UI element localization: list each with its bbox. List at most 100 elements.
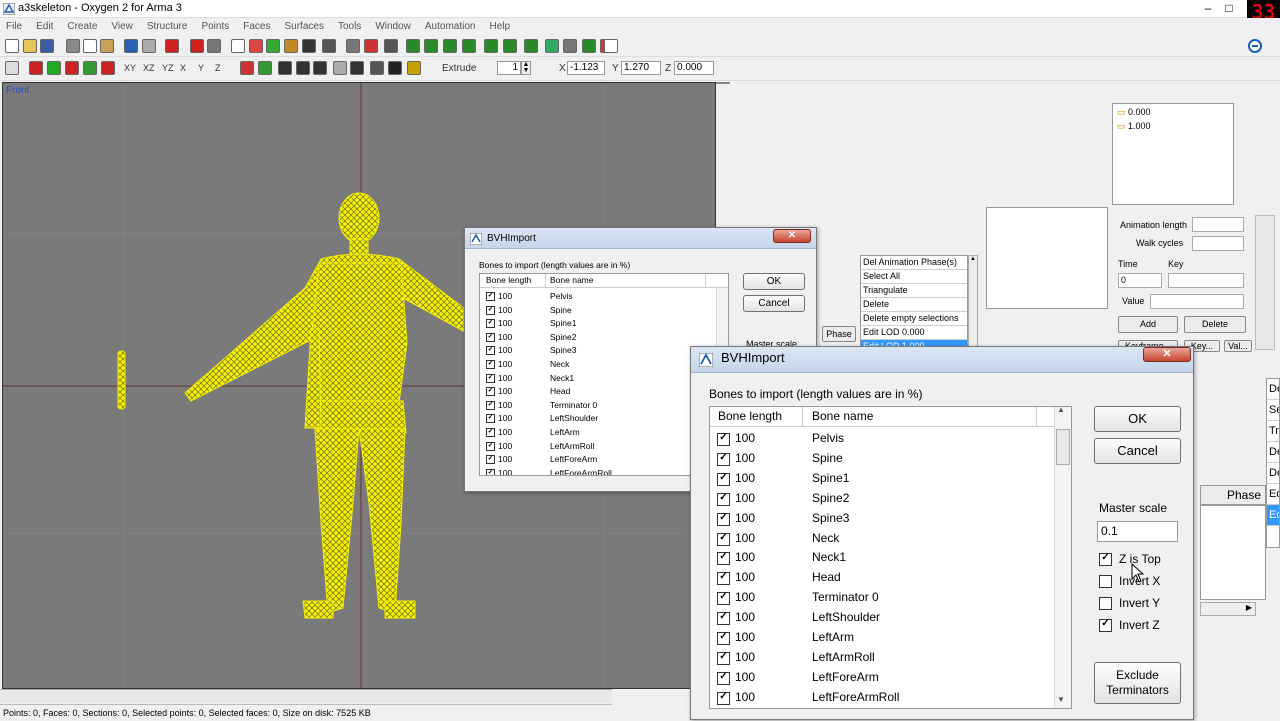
help-icon[interactable] — [1247, 38, 1263, 54]
zoom-icon[interactable] — [231, 39, 245, 53]
ok-button[interactable]: OK — [1094, 406, 1181, 432]
exclude-terminators-button[interactable]: Exclude Terminators — [1094, 662, 1181, 704]
bone-row[interactable]: 100 Pelvis — [710, 429, 1071, 449]
lock-x-icon[interactable] — [240, 61, 254, 75]
bone-row[interactable]: 100 Spine — [710, 449, 1071, 469]
bone-checkbox[interactable] — [717, 551, 730, 566]
bone-checkbox[interactable] — [717, 472, 730, 486]
bone-checkbox[interactable] — [717, 591, 730, 606]
grid-icon[interactable] — [333, 61, 347, 75]
snap-icon[interactable] — [364, 39, 378, 53]
gear-icon[interactable] — [407, 61, 421, 75]
redo-icon[interactable] — [142, 39, 156, 53]
bone-row[interactable]: 100 LeftForeArm — [710, 668, 1071, 688]
val-button[interactable]: Val... — [1224, 340, 1252, 352]
add-button[interactable]: Add — [1118, 316, 1178, 333]
paste-icon[interactable] — [100, 39, 114, 53]
menu-faces[interactable]: Faces — [243, 21, 270, 32]
point-red-icon[interactable] — [29, 61, 43, 75]
col-bone-length[interactable]: Bone length — [710, 407, 803, 426]
menu-edit[interactable]: Edit — [36, 21, 53, 32]
lasso-icon[interactable] — [346, 39, 360, 53]
maximize-button[interactable]: □ — [1217, 1, 1241, 16]
bone-checkbox[interactable] — [486, 305, 495, 315]
bone-row[interactable]: 100 Spine1 — [480, 317, 728, 331]
scroll-up-icon[interactable]: ▲ — [1057, 407, 1065, 414]
bone-row[interactable]: 100 Spine3 — [710, 509, 1071, 529]
sphere-icon[interactable] — [388, 61, 402, 75]
wireframe-small-object[interactable] — [117, 350, 126, 410]
bone-checkbox[interactable] — [717, 631, 730, 645]
menu-file[interactable]: File — [6, 21, 22, 32]
cancel-button[interactable]: Cancel — [1094, 438, 1181, 464]
bone-row[interactable]: 100 Neck — [710, 529, 1071, 549]
scale-icon[interactable] — [302, 39, 316, 53]
menu-window[interactable]: Window — [375, 21, 411, 32]
bone-checkbox[interactable] — [717, 691, 730, 705]
axis-x-button[interactable]: X — [180, 63, 186, 73]
context-list[interactable]: Del Animation Phase(s) Select All Triangul… — [860, 255, 968, 350]
menu-tools[interactable]: Tools — [338, 21, 361, 32]
axis-xz-button[interactable]: XZ — [143, 63, 155, 73]
selection-icon[interactable] — [5, 61, 19, 75]
y-coord-field[interactable]: 1.270 — [621, 61, 661, 75]
vertex-icon[interactable] — [384, 39, 398, 53]
bone-checkbox[interactable] — [486, 413, 495, 424]
context-list-item[interactable]: Delete empty selections — [861, 312, 967, 326]
triangle-icon[interactable] — [563, 39, 577, 53]
bone-row[interactable]: 100 LeftArm — [710, 628, 1071, 648]
edge-icon[interactable] — [406, 39, 420, 53]
bone-checkbox[interactable] — [717, 611, 730, 626]
weight-icon[interactable] — [524, 39, 538, 53]
phase-scrollbar[interactable]: ▶ — [1200, 602, 1256, 616]
anim-length-input[interactable] — [1192, 217, 1244, 232]
bone-checkbox[interactable] — [717, 651, 730, 665]
axis-z-button[interactable]: Z — [215, 63, 221, 73]
bone-checkbox[interactable] — [486, 373, 495, 383]
extrude-value-field[interactable]: 1 — [497, 61, 521, 75]
bone-checkbox[interactable] — [486, 345, 495, 356]
value-input[interactable] — [1150, 294, 1244, 309]
bone-row[interactable]: 100 Spine — [480, 304, 728, 318]
lod-item[interactable]: ▭ 0.000 — [1117, 107, 1151, 118]
phase-panel[interactable] — [1200, 505, 1266, 600]
right-list-item[interactable]: De — [1267, 463, 1279, 484]
point-multi-icon[interactable] — [83, 61, 97, 75]
bone-checkbox[interactable] — [486, 468, 495, 475]
mirror-icon[interactable] — [484, 39, 498, 53]
anim-panel-scrollbar[interactable] — [1255, 215, 1275, 350]
bone-checkbox[interactable] — [717, 532, 730, 546]
uv-icon[interactable] — [604, 39, 618, 53]
menu-view[interactable]: View — [111, 21, 133, 32]
bvh-large-bone-table[interactable]: Bone length Bone name ▲ ▼ 100Pelvis100Sp… — [709, 406, 1072, 709]
bone-row[interactable]: 100 Pelvis — [480, 290, 728, 304]
axis-y-button[interactable]: Y — [198, 63, 204, 73]
new-file-icon[interactable] — [5, 39, 19, 53]
cancel-button[interactable]: Cancel — [743, 295, 805, 312]
bone-checkbox[interactable] — [486, 441, 495, 451]
lod-item[interactable]: ▭ 1.000 — [1117, 121, 1151, 132]
lock-y-icon[interactable] — [258, 61, 272, 75]
axis-yz-button[interactable]: YZ — [162, 63, 174, 73]
bone-row[interactable]: 100 Spine2 — [480, 331, 728, 345]
bone-row[interactable]: 100 Neck1 — [710, 548, 1071, 568]
bone-checkbox[interactable] — [486, 400, 495, 410]
right-list-item[interactable]: De — [1267, 379, 1279, 400]
wireframe-body-mesh[interactable] — [184, 192, 474, 619]
context-list-item[interactable]: Select All — [861, 270, 967, 284]
menu-surfaces[interactable]: Surfaces — [284, 21, 323, 32]
lod-list[interactable]: ▭ 0.000 ▭ 1.000 — [1112, 103, 1234, 205]
bone-row[interactable]: 100 LeftForeArmRoll — [710, 688, 1071, 708]
extrude-spinner[interactable]: ▲ ▼ — [521, 61, 531, 75]
open-folder-icon[interactable] — [23, 39, 37, 53]
context-list-item[interactable]: Del Animation Phase(s) — [861, 256, 967, 270]
walk-cycles-input[interactable] — [1192, 236, 1244, 251]
z-coord-field[interactable]: 0.000 — [674, 61, 714, 75]
right-edge-list[interactable]: DeSeTrDeDeEdEd — [1266, 378, 1280, 548]
menu-points[interactable]: Points — [201, 21, 229, 32]
bone-checkbox[interactable] — [717, 671, 730, 685]
bone-checkbox[interactable] — [486, 359, 495, 369]
bone-checkbox[interactable] — [717, 432, 730, 446]
bone-checkbox[interactable] — [486, 318, 495, 329]
cube-icon[interactable] — [278, 61, 292, 75]
